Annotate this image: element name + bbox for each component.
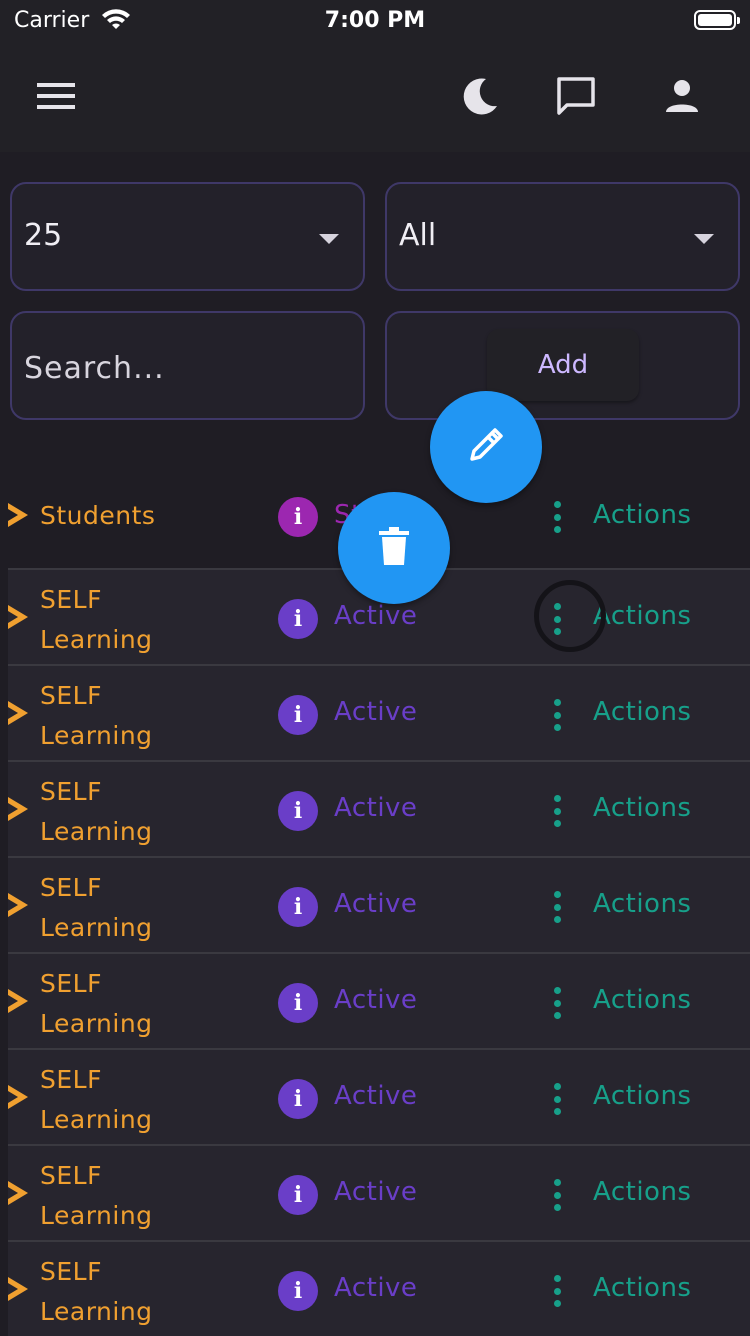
student-name-line2: Learning [40, 1201, 153, 1230]
table-row[interactable]: SELF Learning i Active Actions [8, 1144, 750, 1240]
menu-icon[interactable] [18, 58, 94, 134]
info-icon: i [278, 497, 318, 537]
info-icon[interactable]: i [278, 1271, 318, 1311]
info-icon[interactable]: i [278, 1175, 318, 1215]
status-filter-select[interactable]: All [385, 182, 740, 291]
more-vertical-icon[interactable] [552, 987, 562, 1019]
student-name-line1: SELF [40, 681, 102, 710]
page-size-select[interactable]: 25 [10, 182, 365, 291]
student-name-line2: Learning [40, 913, 153, 942]
actions-label[interactable]: Actions [593, 889, 691, 919]
info-icon[interactable]: i [278, 983, 318, 1023]
student-name-line1: SELF [40, 1257, 102, 1286]
student-name-line1: SELF [40, 1065, 102, 1094]
edit-fab[interactable] [430, 391, 542, 503]
status-filter-value: All [399, 218, 437, 253]
info-icon[interactable]: i [278, 791, 318, 831]
student-name-line2: Learning [40, 1297, 153, 1326]
student-name-line1: SELF [40, 777, 102, 806]
dropdown-arrow-icon [694, 234, 714, 244]
table-row[interactable]: SELF Learning i Active Actions [8, 1240, 750, 1336]
search-input[interactable] [22, 343, 346, 393]
person-icon[interactable] [644, 58, 720, 134]
more-vertical-icon[interactable] [552, 1275, 562, 1307]
clock: 7:00 PM [324, 8, 426, 33]
page-size-value: 25 [24, 218, 63, 253]
more-vertical-icon[interactable] [552, 1179, 562, 1211]
nav-arrow-icon [8, 602, 30, 636]
status-label: Active [334, 1177, 418, 1207]
more-vertical-icon[interactable] [552, 795, 562, 827]
actions-label[interactable]: Actions [593, 1273, 691, 1303]
status-label: Active [334, 985, 418, 1015]
actions-label[interactable]: Actions [593, 985, 691, 1015]
nav-arrow-icon [8, 698, 30, 732]
dropdown-arrow-icon [319, 234, 339, 244]
student-name-line1: SELF [40, 969, 102, 998]
info-icon[interactable]: i [278, 887, 318, 927]
status-label: Active [334, 889, 418, 919]
info-icon[interactable]: i [278, 695, 318, 735]
table-row[interactable]: SELF Learning i Active Actions [8, 856, 750, 952]
header-actions: Actions [593, 500, 692, 530]
student-name-line2: Learning [40, 721, 153, 750]
nav-arrow-icon [8, 1274, 30, 1308]
status-label: Active [334, 793, 418, 823]
student-name-line2: Learning [40, 1009, 153, 1038]
nav-arrow-icon [8, 1178, 30, 1212]
actions-label[interactable]: Actions [593, 1081, 691, 1111]
info-icon[interactable]: i [278, 599, 318, 639]
search-field [10, 311, 365, 420]
nav-arrow-icon [8, 794, 30, 828]
student-name-line1: SELF [40, 873, 102, 902]
app-bar [0, 40, 750, 152]
table-row[interactable]: SELF Learning i Active Actions [8, 664, 750, 760]
trash-icon [379, 527, 409, 569]
more-vertical-icon[interactable] [552, 1083, 562, 1115]
table-row[interactable]: SELF Learning i Active Actions [8, 1048, 750, 1144]
pencil-icon [466, 425, 506, 469]
status-label: Active [334, 697, 418, 727]
more-vertical-icon[interactable] [552, 501, 562, 533]
delete-fab[interactable] [338, 492, 450, 604]
nav-arrow-icon [8, 890, 30, 924]
student-name-line2: Learning [40, 817, 153, 846]
moon-icon[interactable] [442, 58, 518, 134]
add-field: Add [385, 311, 740, 420]
status-label: Active [334, 1081, 418, 1111]
add-button[interactable]: Add [487, 329, 639, 401]
chat-icon[interactable] [538, 58, 614, 134]
press-ripple [534, 580, 606, 652]
actions-label[interactable]: Actions [593, 793, 691, 823]
actions-label[interactable]: Actions [593, 601, 691, 631]
nav-arrow-icon [8, 500, 30, 534]
actions-label[interactable]: Actions [593, 1177, 691, 1207]
actions-label[interactable]: Actions [593, 697, 691, 727]
status-label: Active [334, 1273, 418, 1303]
status-label: Active [334, 601, 418, 631]
student-name-line2: Learning [40, 1105, 153, 1134]
student-name-line1: SELF [40, 585, 102, 614]
nav-arrow-icon [8, 986, 30, 1020]
table-row[interactable]: SELF Learning i Active Actions [8, 760, 750, 856]
header-students[interactable]: Students [40, 496, 155, 536]
nav-arrow-icon [8, 1082, 30, 1116]
battery-icon [694, 10, 740, 30]
student-name-line2: Learning [40, 625, 153, 654]
more-vertical-icon[interactable] [552, 891, 562, 923]
info-icon[interactable]: i [278, 1079, 318, 1119]
student-name-line1: SELF [40, 1161, 102, 1190]
table-row[interactable]: SELF Learning i Active Actions [8, 952, 750, 1048]
more-vertical-icon[interactable] [552, 699, 562, 731]
status-bar: Carrier 7:00 PM [0, 0, 750, 40]
